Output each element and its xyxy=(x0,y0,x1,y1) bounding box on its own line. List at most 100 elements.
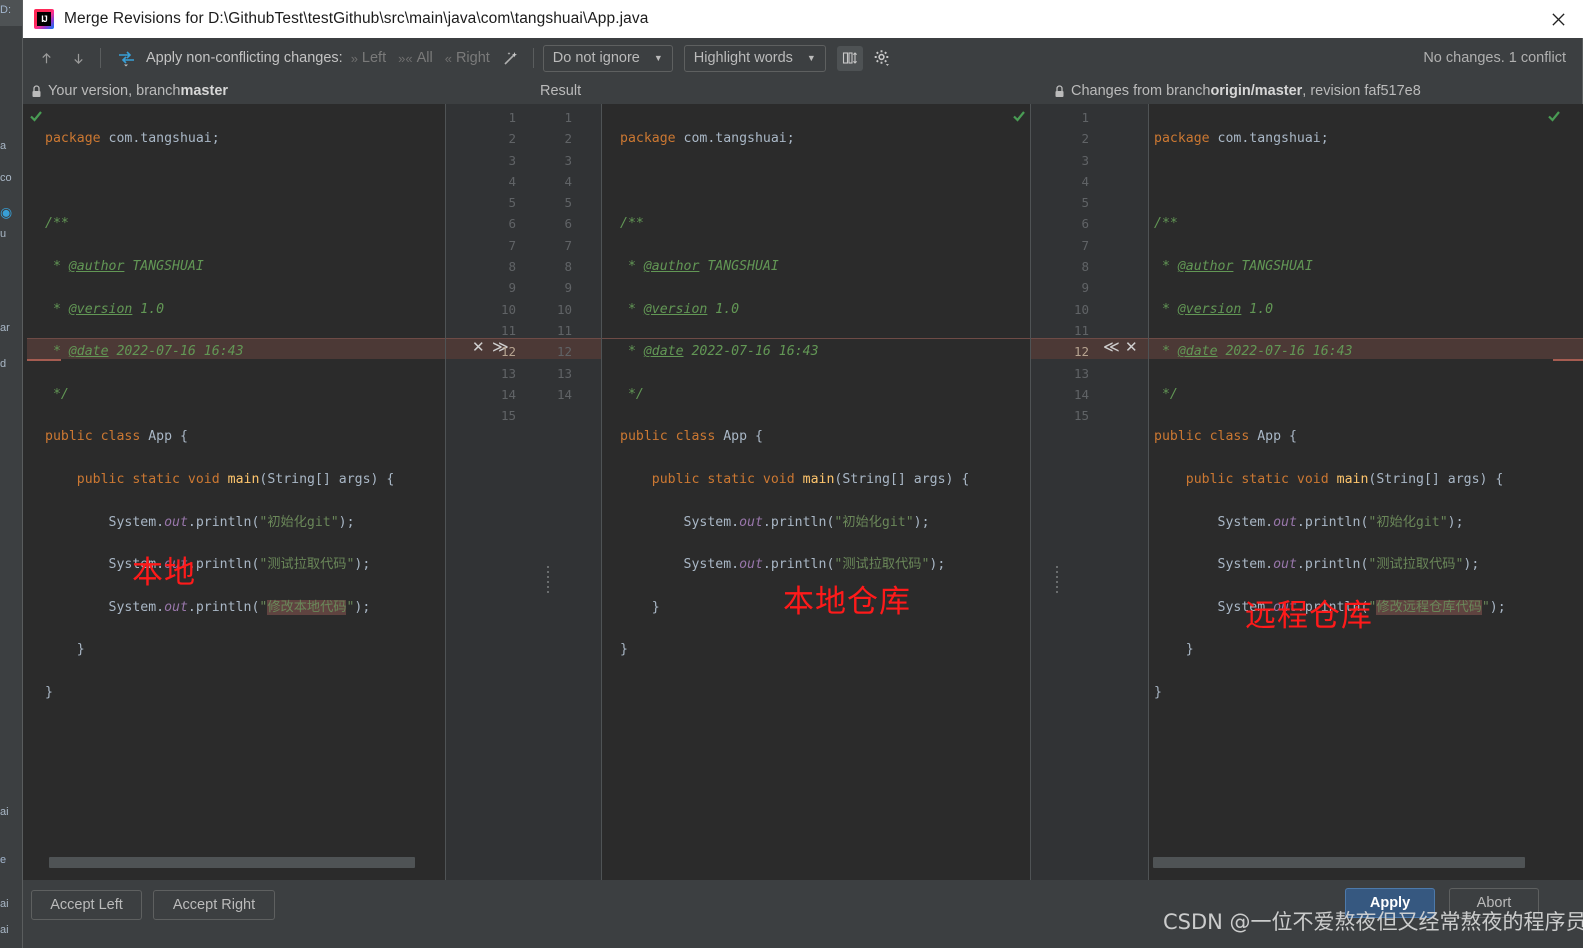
intellij-idea-icon: IJ xyxy=(34,9,54,29)
chevron-down-icon: ▼ xyxy=(806,53,816,63)
code-line: /** xyxy=(620,216,644,232)
code-line: public static void main(String[] args) { xyxy=(76,472,395,488)
gear-icon[interactable] xyxy=(869,46,895,71)
code-line: public class App { xyxy=(1154,429,1297,445)
right-pane-header: Changes from branch origin/master, revis… xyxy=(1054,78,1421,104)
conflict-reject-icon[interactable]: ✕ xyxy=(472,338,485,356)
right-conflict-underline xyxy=(1553,359,1583,361)
right-code-block: package com.tangshuai; /** * @author TAN… xyxy=(1154,107,1506,746)
apply-changes-icon[interactable] xyxy=(114,45,140,71)
right-drag-handle[interactable] xyxy=(1056,566,1060,596)
accept-left-label: Accept Left xyxy=(50,897,123,913)
right-pane-label: Changes from branch xyxy=(1071,83,1211,99)
background-ide-sliver: D: a co ◉ u ar d ai e ai ai xyxy=(0,0,22,948)
left-editor-pane[interactable]: package com.tangshuai; /** * @author TAN… xyxy=(27,104,445,880)
toolbar: Apply non-conflicting changes: » Left »«… xyxy=(23,38,1583,78)
left-pane-header: Your version, branch master xyxy=(31,78,228,104)
code-line: System.out.println("初始化git"); xyxy=(45,514,355,530)
lock-icon xyxy=(1054,84,1065,98)
toolbar-divider-2 xyxy=(532,48,534,68)
highlight-policy-dropdown[interactable]: Highlight words ▼ xyxy=(683,44,826,72)
right-editor-pane[interactable]: package com.tangshuai; /** * @author TAN… xyxy=(1149,104,1583,880)
code-line: } xyxy=(45,685,53,701)
code-line: package com.tangshuai; xyxy=(45,131,220,147)
double-right-icon: » xyxy=(350,50,358,66)
apply-all-button[interactable]: »« All xyxy=(398,50,433,66)
double-both-icon: »« xyxy=(398,50,413,66)
code-line: /** xyxy=(45,216,69,232)
code-line: System.out.println("初始化git"); xyxy=(620,514,930,530)
lock-icon xyxy=(31,84,42,98)
right-horizontal-scrollbar[interactable] xyxy=(1153,857,1525,868)
code-line: */ xyxy=(45,386,69,402)
apply-left-button[interactable]: » Left xyxy=(351,50,386,66)
collapse-unchanged-toggle[interactable] xyxy=(836,45,863,71)
left-code-block: package com.tangshuai; /** * @author TAN… xyxy=(45,107,394,746)
center-ok-check-icon xyxy=(1012,109,1026,123)
center-pane-label: Result xyxy=(540,83,582,99)
center-editor-pane[interactable]: package com.tangshuai; /** * @author TAN… xyxy=(602,104,1030,880)
highlight-policy-value: Highlight words xyxy=(693,50,793,66)
code-line: public class App { xyxy=(620,429,763,445)
ignore-policy-dropdown[interactable]: Do not ignore ▼ xyxy=(542,44,673,72)
accept-left-button[interactable]: Accept Left xyxy=(31,890,142,920)
annotation-center: 本地仓库 xyxy=(783,584,911,620)
csdn-watermark: CSDN @一位不爱熬夜但又经常熬夜的程序员 xyxy=(1163,910,1583,934)
apply-right-label: Right xyxy=(455,50,490,66)
code-line: * @author TANGSHUAI xyxy=(620,259,779,275)
magic-resolve-icon[interactable] xyxy=(498,45,524,71)
code-line: System.out.println("测试拉取代码"); xyxy=(620,557,946,573)
code-line: public static void main(String[] args) { xyxy=(651,472,970,488)
code-line: * @date 2022-07-16 16:43 xyxy=(1154,344,1353,360)
conflict-accept-right-icon[interactable]: ≪ xyxy=(1103,337,1120,356)
code-line: System.out.println("测试拉取代码"); xyxy=(1154,557,1480,573)
annotation-left: 本地 xyxy=(132,555,196,591)
merge-revisions-dialog: IJ Merge Revisions for D:\GithubTest\tes… xyxy=(22,0,1583,948)
left-ok-check-icon xyxy=(29,109,43,123)
pane-headers: Your version, branch master Result Chang… xyxy=(23,78,1583,104)
conflict-status-text: No changes. 1 conflict xyxy=(1423,50,1566,66)
code-line: package com.tangshuai; xyxy=(620,131,795,147)
window-title: Merge Revisions for D:\GithubTest\testGi… xyxy=(64,10,649,27)
code-line: package com.tangshuai; xyxy=(1154,131,1329,147)
code-line: System.out.println("测试拉取代码"); xyxy=(45,557,371,573)
left-pane-label: Your version, branch xyxy=(48,83,181,99)
apply-left-label: Left xyxy=(361,50,387,66)
apply-right-button[interactable]: « Right xyxy=(445,50,490,66)
conflict-reject-icon[interactable]: ✕ xyxy=(1125,338,1138,356)
right-ok-check-icon xyxy=(1547,109,1561,123)
next-difference-icon[interactable] xyxy=(65,45,91,71)
annotation-right: 远程仓库 xyxy=(1245,598,1373,634)
code-line: * @author TANGSHUAI xyxy=(45,259,204,275)
code-line: System.out.println("初始化git"); xyxy=(1154,514,1464,530)
code-line: } xyxy=(45,642,85,658)
code-line: System.out.println("修改本地代码"); xyxy=(45,599,371,615)
accept-right-button[interactable]: Accept Right xyxy=(153,890,275,920)
ignore-policy-value: Do not ignore xyxy=(552,50,640,66)
code-line: } xyxy=(1154,685,1162,701)
center-left-gutter: ✕ ≫ 12345 6 7 8 9 10 11 12 13 14 15 12345 6 7 8 9 10… xyxy=(446,104,601,880)
merge-dialog-screen: D: a co ◉ u ar d ai e ai ai IJ Merge Rev… xyxy=(0,0,1583,948)
code-line: /** xyxy=(1154,216,1178,232)
code-line: */ xyxy=(620,386,644,402)
apply-nonconflicting-label: Apply non-conflicting changes: xyxy=(146,50,343,66)
toolbar-divider-1 xyxy=(100,48,101,68)
right-line-numbers: 12345 6 7 8 9 10 11 12 13 14 15 xyxy=(1073,110,1089,424)
center-left-drag-handle[interactable] xyxy=(547,566,551,596)
code-line: public static void main(String[] args) { xyxy=(1185,472,1504,488)
center-right-line-numbers: 12345 6 7 8 9 10 11 12 13 14 xyxy=(556,110,572,402)
code-line: } xyxy=(1154,642,1194,658)
close-icon[interactable] xyxy=(1532,0,1583,38)
right-pane-branch: origin/master xyxy=(1210,83,1303,99)
right-pane-revision: , revision faf517e8 xyxy=(1302,83,1421,99)
editors-area: package com.tangshuai; /** * @author TAN… xyxy=(23,104,1583,880)
center-left-line-numbers: 12345 6 7 8 9 10 11 12 13 14 15 xyxy=(500,110,516,424)
double-left-icon: « xyxy=(444,50,452,66)
code-line: * @version 1.0 xyxy=(45,301,165,317)
code-line: * @date 2022-07-16 16:43 xyxy=(620,344,819,360)
apply-all-label: All xyxy=(416,50,433,66)
previous-difference-icon[interactable] xyxy=(33,45,59,71)
left-horizontal-scrollbar[interactable] xyxy=(49,857,415,868)
